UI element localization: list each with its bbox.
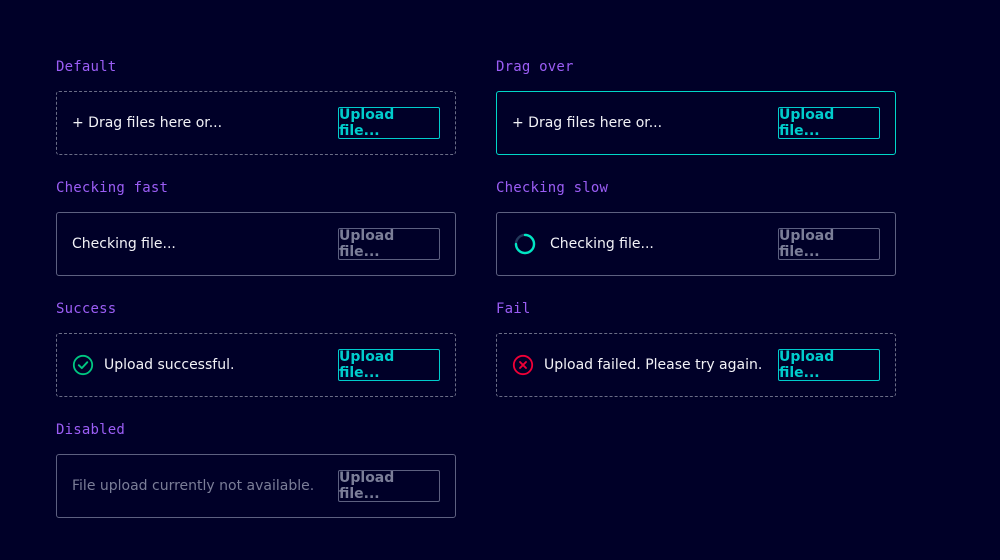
file-dropzone: File upload currently not available. Upl… — [56, 454, 456, 518]
upload-file-button[interactable]: Upload file... — [338, 107, 440, 139]
file-dropzone: Checking file... Upload file... — [56, 212, 456, 276]
upload-file-button[interactable]: Upload file... — [778, 349, 880, 381]
state-drag-over: Drag over + Drag files here or... Upload… — [496, 57, 896, 155]
dropzone-text: Upload failed. Please try again. — [544, 357, 763, 373]
file-dropzone: Checking file... Upload file... — [496, 212, 896, 276]
state-label: Default — [56, 59, 117, 75]
state-label: Disabled — [56, 422, 126, 438]
state-label: Checking fast — [56, 180, 169, 196]
file-dropzone[interactable]: + Drag files here or... Upload file... — [496, 91, 896, 155]
state-default: Default + Drag files here or... Upload f… — [56, 57, 456, 155]
dropzone-text: Checking file... — [550, 236, 654, 252]
state-label: Fail — [496, 301, 531, 317]
dropzone-text: File upload currently not available. — [72, 478, 315, 494]
state-checking-slow: Checking slow Checking file... Upload fi… — [496, 178, 896, 276]
upload-file-button: Upload file... — [338, 228, 440, 260]
dropzone-text: Upload successful. — [104, 357, 235, 373]
upload-file-button: Upload file... — [338, 470, 440, 502]
state-fail: Fail Upload failed. Please try again. Up… — [496, 299, 896, 397]
state-checking-fast: Checking fast Checking file... Upload fi… — [56, 178, 456, 276]
upload-file-button[interactable]: Upload file... — [338, 349, 440, 381]
upload-file-button: Upload file... — [778, 228, 880, 260]
state-label: Success — [56, 301, 117, 317]
state-label: Drag over — [496, 59, 574, 75]
state-label: Checking slow — [496, 180, 609, 196]
file-dropzone[interactable]: Upload successful. Upload file... — [56, 333, 456, 397]
dropzone-text: + Drag files here or... — [72, 115, 223, 131]
state-disabled: Disabled File upload currently not avail… — [56, 420, 456, 518]
upload-file-button[interactable]: Upload file... — [778, 107, 880, 139]
file-dropzone[interactable]: + Drag files here or... Upload file... — [56, 91, 456, 155]
check-circle-icon — [72, 353, 96, 377]
file-dropzone[interactable]: Upload failed. Please try again. Upload … — [496, 333, 896, 397]
dropzone-text: + Drag files here or... — [512, 115, 663, 131]
spinner-icon — [512, 232, 536, 256]
dropzone-text: Checking file... — [72, 236, 176, 252]
state-success: Success Upload successful. Upload file..… — [56, 299, 456, 397]
error-circle-icon — [512, 353, 536, 377]
